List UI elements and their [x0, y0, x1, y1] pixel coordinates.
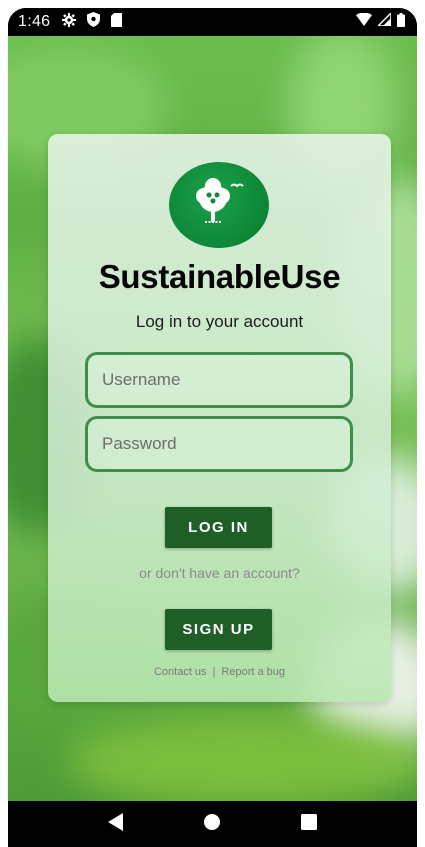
footer-separator: | — [212, 666, 216, 678]
phone-screen: 1:46 SustainableUse Log in to your accou… — [8, 8, 417, 847]
tree-logo-icon — [169, 162, 269, 248]
password-input[interactable] — [88, 419, 350, 469]
home-icon[interactable] — [203, 813, 221, 836]
report-bug-link[interactable]: Report a bug — [221, 666, 285, 678]
username-input[interactable] — [88, 355, 350, 405]
wifi-icon — [356, 12, 372, 31]
login-subtitle: Log in to your account — [135, 312, 304, 331]
password-field[interactable] — [85, 416, 353, 472]
status-bar: 1:46 — [8, 8, 417, 36]
signup-button[interactable]: SIGN UP — [165, 609, 272, 650]
login-card: SustainableUse Log in to your account LO… — [48, 134, 391, 702]
signal-icon — [376, 11, 392, 31]
gear-icon — [62, 12, 77, 32]
signup-prompt: or don't have an account? — [139, 565, 300, 581]
footer-links: Contact us | Report a bug — [48, 666, 391, 678]
battery-icon — [397, 12, 405, 32]
contact-us-link[interactable]: Contact us — [154, 666, 207, 678]
login-button[interactable]: LOG IN — [165, 507, 272, 548]
app-title: SustainableUse — [98, 258, 341, 295]
recents-icon[interactable] — [301, 813, 318, 835]
back-icon[interactable] — [107, 812, 124, 836]
shield-icon — [87, 12, 101, 32]
sd-card-icon — [111, 12, 123, 32]
status-time: 1:46 — [18, 13, 51, 30]
username-field[interactable] — [85, 352, 353, 408]
navigation-bar — [8, 801, 417, 847]
